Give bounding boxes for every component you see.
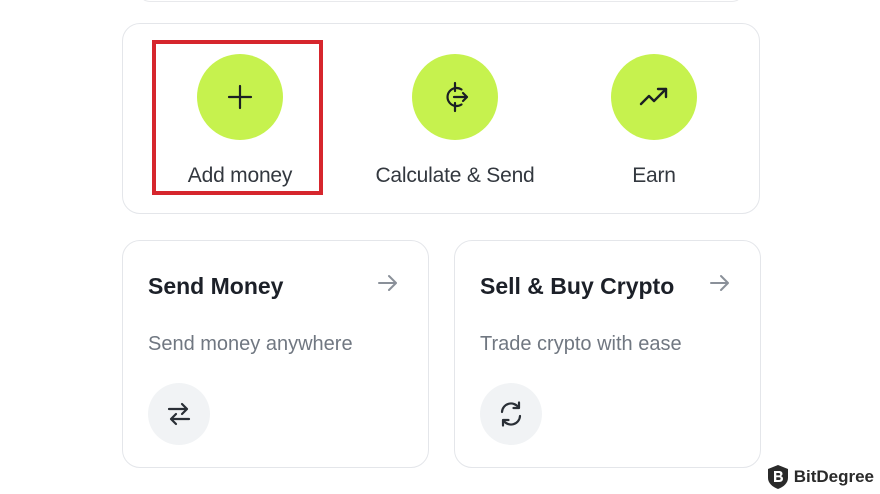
watermark-text: BitDegree bbox=[793, 467, 874, 486]
send-money-subtitle: Send money anywhere bbox=[148, 333, 353, 355]
sell-buy-crypto-icon-bubble bbox=[480, 383, 542, 445]
app-screen: Add money Calculate & Send Earn Send Mon… bbox=[0, 0, 880, 494]
earn-label: Earn bbox=[632, 164, 676, 187]
sell-buy-crypto-card[interactable]: Sell & Buy Crypto Trade crypto with ease bbox=[454, 240, 761, 468]
calculate-send-button[interactable]: Calculate & Send bbox=[355, 24, 555, 215]
send-money-card[interactable]: Send Money Send money anywhere bbox=[122, 240, 429, 468]
calculate-send-icon-circle bbox=[412, 54, 498, 140]
bitdegree-logo-icon bbox=[767, 465, 788, 489]
send-money-icon-bubble bbox=[148, 383, 210, 445]
calculate-send-icon bbox=[446, 81, 469, 113]
earn-button[interactable]: Earn bbox=[583, 24, 725, 215]
plus-icon bbox=[227, 84, 253, 110]
add-money-icon-circle bbox=[197, 54, 283, 140]
sell-buy-crypto-subtitle: Trade crypto with ease bbox=[480, 333, 682, 355]
trend-up-icon bbox=[639, 87, 668, 106]
swap-arrows-icon bbox=[167, 402, 191, 426]
earn-icon-circle bbox=[611, 54, 697, 140]
send-money-title: Send Money bbox=[148, 273, 284, 299]
arrow-right-icon bbox=[378, 275, 397, 291]
sell-buy-crypto-title: Sell & Buy Crypto bbox=[480, 273, 675, 299]
refresh-icon bbox=[500, 401, 522, 427]
add-money-button[interactable]: Add money bbox=[154, 24, 326, 215]
add-money-label: Add money bbox=[187, 164, 293, 187]
calculate-send-label: Calculate & Send bbox=[375, 164, 535, 187]
previous-card-edge bbox=[138, 0, 744, 2]
bitdegree-watermark: BitDegree bbox=[766, 464, 874, 490]
arrow-right-icon bbox=[710, 275, 729, 291]
quick-actions-card: Add money Calculate & Send Earn bbox=[122, 23, 760, 214]
